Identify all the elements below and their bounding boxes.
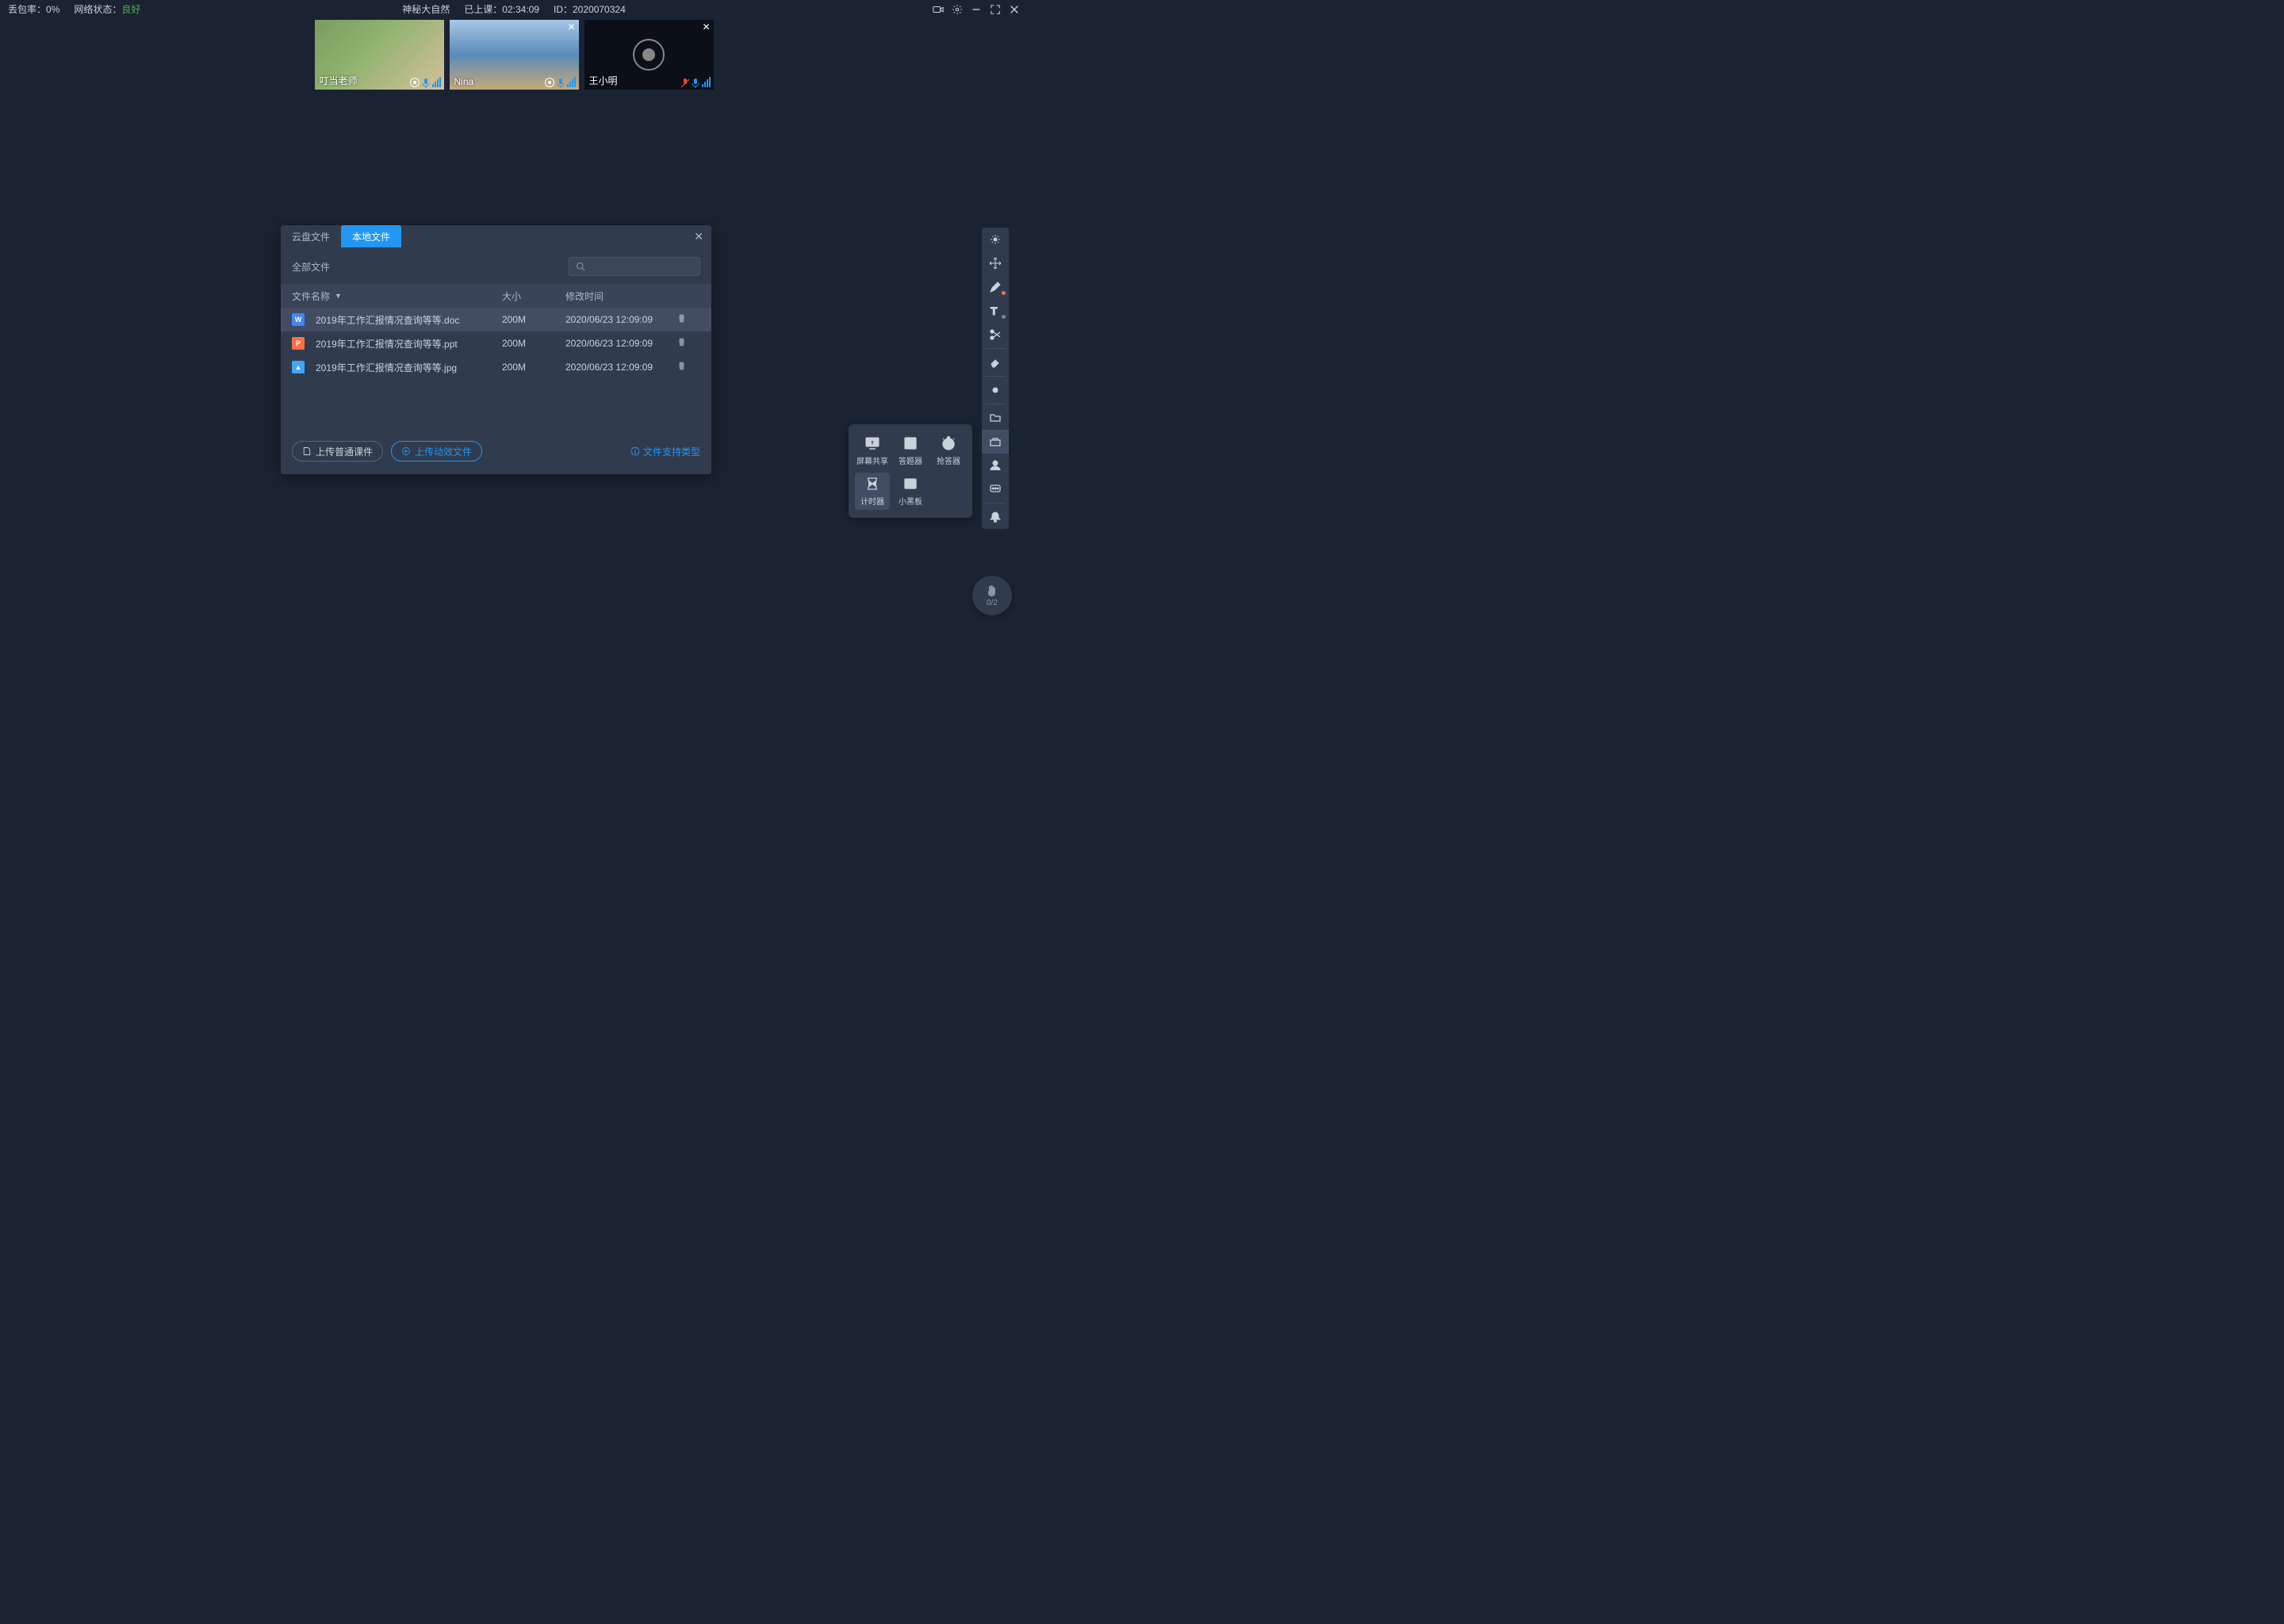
text-tool[interactable]: T — [982, 299, 1009, 323]
packet-loss: 丢包率：0% — [8, 2, 59, 16]
ppt-icon: P — [292, 337, 305, 350]
mic-muted-icon — [681, 78, 689, 87]
signal-icon — [432, 77, 441, 87]
col-name[interactable]: 文件名称▼ — [292, 289, 502, 303]
svg-text:T: T — [991, 304, 998, 317]
top-bar: 丢包率：0% 网络状态：良好 神秘大自然 已上课：02:34:09 ID：202… — [0, 0, 1028, 18]
toolbox-tool[interactable] — [982, 430, 1009, 454]
signal-icon — [702, 77, 711, 87]
table-row[interactable]: W2019年工作汇报情况查询等等.doc 200M 2020/06/23 12:… — [281, 308, 711, 331]
svg-text:✓: ✓ — [906, 445, 910, 450]
close-icon[interactable] — [1009, 4, 1020, 15]
mic-icon — [557, 78, 565, 87]
session-id: ID：2020070324 — [554, 2, 626, 16]
camera-icon[interactable] — [933, 4, 944, 15]
participant-name: 王小明 — [589, 74, 618, 87]
quiz-button[interactable]: AB✓ 答题器 — [893, 432, 928, 469]
toolbox-popover: 屏幕共享 AB✓ 答题器 抢答器 计时器 2+3 小黑板 — [849, 424, 972, 518]
timer-button[interactable]: 计时器 — [855, 473, 890, 510]
mic-icon — [422, 78, 430, 87]
upload-animated-button[interactable]: 上传动效文件 — [391, 441, 482, 462]
participant-name: Nina — [454, 76, 474, 87]
video-tile[interactable]: ✕ Nina — [450, 20, 579, 90]
col-time[interactable]: 修改时间 — [565, 289, 676, 303]
delete-icon[interactable] — [676, 315, 687, 326]
eraser-tool[interactable] — [982, 350, 1009, 374]
fullscreen-icon[interactable] — [990, 4, 1001, 15]
col-size[interactable]: 大小 — [502, 289, 565, 303]
camera-off-icon — [633, 39, 665, 71]
chat-tool[interactable] — [982, 477, 1009, 501]
elapsed: 已上课：02:34:09 — [464, 2, 539, 16]
pen-tool[interactable] — [982, 275, 1009, 299]
mic-icon — [692, 78, 699, 87]
search-icon — [576, 262, 585, 271]
doc-icon: W — [292, 313, 305, 326]
participants-tool[interactable] — [982, 454, 1009, 477]
blackboard-button[interactable]: 2+3 小黑板 — [893, 473, 928, 510]
scissors-tool[interactable] — [982, 323, 1009, 347]
folder-tool[interactable] — [982, 406, 1009, 430]
settings-icon[interactable] — [952, 4, 963, 15]
tab-local-files[interactable]: 本地文件 — [341, 225, 401, 247]
table-row[interactable]: ▲2019年工作汇报情况查询等等.jpg 200M 2020/06/23 12:… — [281, 355, 711, 379]
move-tool[interactable] — [982, 251, 1009, 275]
tile-close-icon[interactable]: ✕ — [567, 21, 575, 33]
upload-plain-button[interactable]: 上传普通课件 — [292, 441, 383, 462]
dialog-close-icon[interactable]: ✕ — [694, 230, 703, 243]
video-strip: 叮当老师 ✕ Nina ✕ 王小明 — [0, 18, 1028, 90]
buzzer-button[interactable]: 抢答器 — [931, 432, 966, 469]
table-row[interactable]: P2019年工作汇报情况查询等等.ppt 200M 2020/06/23 12:… — [281, 331, 711, 355]
right-toolbar: T — [982, 228, 1009, 529]
record-icon — [410, 78, 420, 87]
signal-icon — [567, 77, 576, 87]
image-icon: ▲ — [292, 361, 305, 373]
video-tile[interactable]: 叮当老师 — [315, 20, 444, 90]
sort-desc-icon: ▼ — [335, 292, 342, 300]
participant-name: 叮当老师 — [320, 74, 358, 87]
laser-pointer-tool[interactable] — [982, 228, 1009, 251]
file-dialog: 云盘文件 本地文件 ✕ 全部文件 文件名称▼ 大小 修改时间 W2019年工作汇… — [281, 225, 711, 474]
svg-text:2+3: 2+3 — [906, 482, 916, 488]
delete-icon[interactable] — [676, 339, 687, 350]
video-tile[interactable]: ✕ 王小明 — [584, 20, 714, 90]
class-title: 神秘大自然 — [402, 2, 450, 16]
brightness-tool[interactable] — [982, 378, 1009, 402]
network-status: 网络状态：良好 — [74, 2, 140, 16]
bell-tool[interactable] — [982, 505, 1009, 529]
all-files-label: 全部文件 — [292, 260, 330, 274]
hand-count: 0/2 — [987, 599, 998, 607]
supported-types-link[interactable]: 文件支持类型 — [630, 445, 700, 458]
record-icon — [545, 78, 554, 87]
minimize-icon[interactable] — [971, 4, 982, 15]
table-header: 文件名称▼ 大小 修改时间 — [281, 284, 711, 308]
raise-hand-button[interactable]: 0/2 — [972, 576, 1012, 615]
screen-share-button[interactable]: 屏幕共享 — [855, 432, 890, 469]
tile-close-icon[interactable]: ✕ — [702, 21, 710, 33]
search-input[interactable] — [569, 257, 700, 276]
delete-icon[interactable] — [676, 362, 687, 373]
tab-cloud-files[interactable]: 云盘文件 — [281, 225, 341, 247]
